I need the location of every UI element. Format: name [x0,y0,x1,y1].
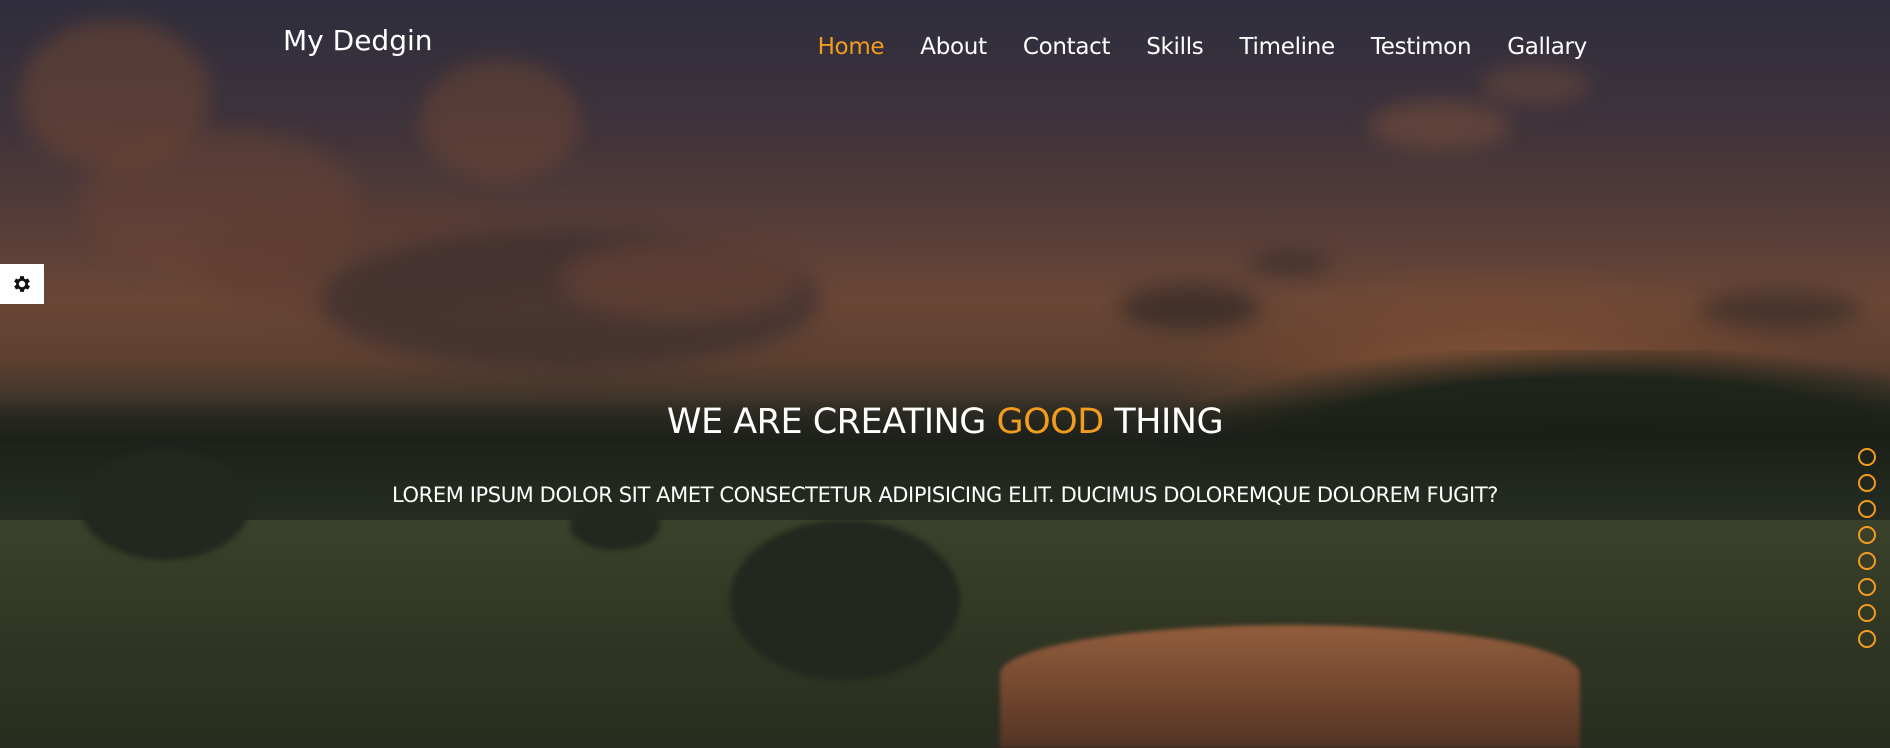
headline-accent: GOOD [996,402,1104,442]
dark-overlay [0,0,1890,748]
hero-subline: LOREM IPSUM DOLOR SIT AMET CONSECTETUR A… [391,483,1499,507]
section-bullet-3[interactable] [1858,500,1876,518]
nav-item-contact[interactable]: Contact [1023,34,1111,60]
hero-section: My Dedgin Home About Contact Skills Time… [0,0,1890,748]
section-bullet-8[interactable] [1858,630,1876,648]
headline-text: WE ARE CREATING [666,402,986,442]
section-bullet-2[interactable] [1858,474,1876,492]
nav-item-timeline[interactable]: Timeline [1239,34,1335,60]
settings-toggle-button[interactable] [0,264,44,304]
main-nav: Home About Contact Skills Timeline Testi… [782,34,1588,60]
section-bullet-7[interactable] [1858,604,1876,622]
section-bullet-4[interactable] [1858,526,1876,544]
nav-item-skills[interactable]: Skills [1146,34,1204,60]
brand-logo[interactable]: My Dedgin [283,24,433,57]
section-bullets [1858,448,1876,648]
nav-item-gallary[interactable]: Gallary [1507,34,1587,60]
gear-icon [14,276,30,292]
nav-item-home[interactable]: Home [818,34,885,60]
nav-item-about[interactable]: About [920,34,987,60]
section-bullet-1[interactable] [1858,448,1876,466]
headline-text-end: THING [1114,402,1224,442]
section-bullet-5[interactable] [1858,552,1876,570]
hero-headline: WE ARE CREATING GOOD THING [0,402,1890,442]
section-bullet-6[interactable] [1858,578,1876,596]
nav-item-testimon[interactable]: Testimon [1371,34,1472,60]
